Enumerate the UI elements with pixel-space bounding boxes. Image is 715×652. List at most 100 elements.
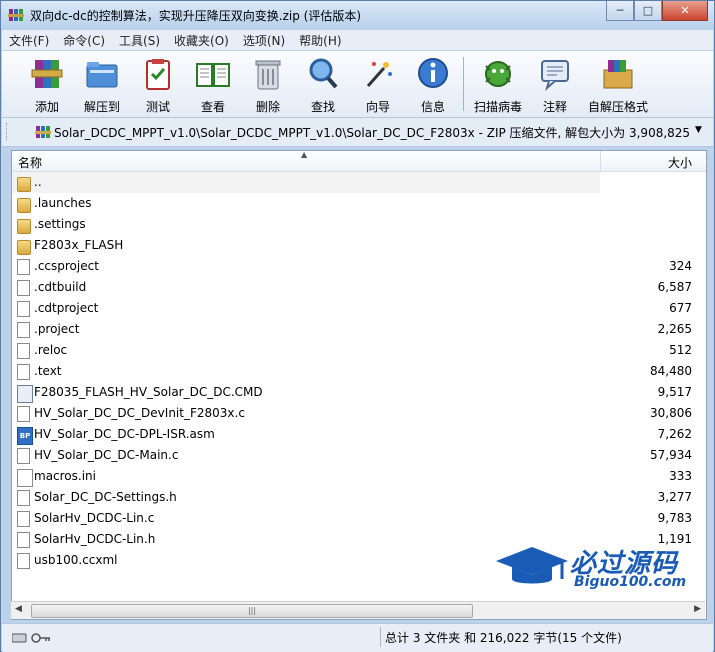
file-size: 324: [669, 259, 692, 273]
scroll-thumb[interactable]: |||: [31, 604, 473, 618]
file-name: .text: [34, 364, 62, 378]
file-name-cell: .text: [12, 361, 600, 382]
scan-virus-button[interactable]: 扫描病毒: [470, 54, 526, 114]
file-row[interactable]: BP HV_Solar_DC_DC-DPL-ISR.asm 7,262: [12, 424, 706, 445]
close-button[interactable]: ✕: [662, 1, 708, 21]
file-row[interactable]: Solar_DC_DC-Settings.h 3,277: [12, 487, 706, 508]
view-button[interactable]: 查看: [190, 54, 236, 114]
file-row[interactable]: .project 2,265: [12, 319, 706, 340]
menu-tools[interactable]: 工具(S): [112, 30, 167, 50]
extract-folder-icon: [86, 62, 118, 88]
sfx-button[interactable]: 自解压格式: [586, 54, 650, 114]
horizontal-scrollbar[interactable]: ◀ ||| ▶: [11, 601, 705, 619]
info-icon: [418, 58, 448, 88]
scroll-left-icon[interactable]: ◀: [15, 604, 22, 614]
toolbar-grip[interactable]: [6, 123, 9, 141]
view-label: 查看: [200, 100, 225, 114]
scroll-right-icon[interactable]: ▶: [694, 604, 701, 614]
file-name: SolarHv_DCDC-Lin.c: [34, 511, 155, 525]
find-button[interactable]: 查找: [300, 54, 346, 114]
test-button[interactable]: 测试: [135, 54, 181, 114]
column-header: 名称 ▲ 大小: [12, 151, 706, 172]
file-row[interactable]: .cdtbuild 6,587: [12, 277, 706, 298]
file-name: .cdtbuild: [34, 280, 87, 294]
file-row[interactable]: F2803x_FLASH: [12, 235, 706, 256]
status-bar: 总计 3 文件夹 和 216,022 字节(15 个文件): [2, 623, 713, 652]
file-name-cell: HV_Solar_DC_DC-Main.c: [12, 445, 600, 466]
wizard-label: 向导: [365, 100, 390, 114]
file-name-cell: .ccsproject: [12, 256, 600, 277]
file-row[interactable]: HV_Solar_DC_DC-Main.c 57,934: [12, 445, 706, 466]
document-file-icon: [17, 553, 30, 569]
file-row[interactable]: SolarHv_DCDC-Lin.c 9,783: [12, 508, 706, 529]
path-dropdown-icon[interactable]: ▼: [695, 125, 702, 135]
file-row[interactable]: .launches: [12, 193, 706, 214]
clipboard-check-icon: [146, 59, 170, 90]
document-file-icon: [17, 259, 30, 275]
wizard-button[interactable]: 向导: [355, 54, 401, 114]
extract-button[interactable]: 解压到: [79, 54, 125, 114]
file-name: HV_Solar_DC_DC-DPL-ISR.asm: [34, 427, 215, 441]
asm-file-icon: BP: [17, 427, 33, 445]
file-name-cell: .settings: [12, 214, 600, 235]
watermark-sub: Biguo100.com: [574, 574, 687, 590]
file-size: 2,265: [657, 322, 692, 336]
file-name: F2803x_FLASH: [34, 238, 124, 252]
file-name: HV_Solar_DC_DC_DevInit_F2803x.c: [34, 406, 245, 420]
menu-favorites[interactable]: 收藏夹(O): [167, 30, 236, 50]
file-name-cell: ..: [12, 172, 600, 193]
document-file-icon: [17, 280, 30, 296]
file-size: 57,934: [650, 448, 692, 462]
find-label: 查找: [310, 100, 335, 114]
drive-key-icon[interactable]: [12, 632, 52, 644]
file-row[interactable]: HV_Solar_DC_DC_DevInit_F2803x.c 30,806: [12, 403, 706, 424]
folder-icon: [17, 240, 31, 255]
file-name-cell: F2803x_FLASH: [12, 235, 600, 256]
folder-icon: [17, 198, 31, 213]
column-size[interactable]: 大小: [668, 154, 692, 171]
document-file-icon: [17, 490, 30, 506]
comment-note-icon: [541, 60, 569, 91]
title-bar[interactable]: 双向dc-dc的控制算法，实现升压降压双向变换.zip (评估版本) ─ □ ✕: [1, 1, 714, 29]
window-title: 双向dc-dc的控制算法，实现升压降压双向变换.zip (评估版本): [30, 9, 362, 23]
file-row[interactable]: ..: [12, 172, 706, 193]
file-row[interactable]: macros.ini 333: [12, 466, 706, 487]
menu-help[interactable]: 帮助(H): [292, 30, 348, 50]
file-name: ..: [34, 175, 42, 189]
file-size: 9,783: [657, 511, 692, 525]
file-row[interactable]: .ccsproject 324: [12, 256, 706, 277]
menu-options[interactable]: 选项(N): [236, 30, 292, 50]
column-name[interactable]: 名称: [18, 154, 42, 171]
delete-button[interactable]: 删除: [245, 54, 291, 114]
sort-up-icon: ▲: [301, 150, 308, 159]
delete-label: 删除: [255, 100, 280, 114]
minimize-button[interactable]: ─: [606, 1, 634, 21]
file-name-cell: .cdtproject: [12, 298, 600, 319]
file-name: .settings: [34, 217, 86, 231]
info-label: 信息: [420, 100, 445, 114]
winrar-window: 双向dc-dc的控制算法，实现升压降压双向变换.zip (评估版本) ─ □ ✕…: [0, 0, 715, 652]
comment-label: 注释: [542, 100, 567, 114]
file-size: 7,262: [657, 427, 692, 441]
column-divider[interactable]: [600, 151, 601, 171]
info-button[interactable]: 信息: [410, 54, 456, 114]
file-row[interactable]: F28035_FLASH_HV_Solar_DC_DC.CMD 9,517: [12, 382, 706, 403]
scan-virus-label: 扫描病毒: [473, 100, 522, 114]
file-row[interactable]: .settings: [12, 214, 706, 235]
menu-bar: 文件(F) 命令(C) 工具(S) 收藏夹(O) 选项(N) 帮助(H): [2, 30, 713, 50]
menu-commands[interactable]: 命令(C): [56, 30, 112, 50]
document-file-icon: [17, 301, 30, 317]
menu-file[interactable]: 文件(F): [2, 30, 56, 50]
sfx-label: 自解压格式: [587, 100, 648, 114]
file-row[interactable]: .cdtproject 677: [12, 298, 706, 319]
archive-path[interactable]: Solar_DCDC_MPPT_v1.0\Solar_DCDC_MPPT_v1.…: [54, 124, 690, 141]
file-row[interactable]: .text 84,480: [12, 361, 706, 382]
window-controls: ─ □ ✕: [606, 1, 708, 21]
status-summary: 总计 3 文件夹 和 216,022 字节(15 个文件): [385, 631, 622, 645]
add-button[interactable]: 添加: [24, 54, 70, 114]
file-rows: .. .launches .settings F2803x_FLASH .ccsproj…: [12, 172, 706, 571]
maximize-button[interactable]: □: [634, 1, 662, 21]
file-row[interactable]: .reloc 512: [12, 340, 706, 361]
comment-button[interactable]: 注释: [532, 54, 578, 114]
status-divider: [380, 627, 381, 647]
